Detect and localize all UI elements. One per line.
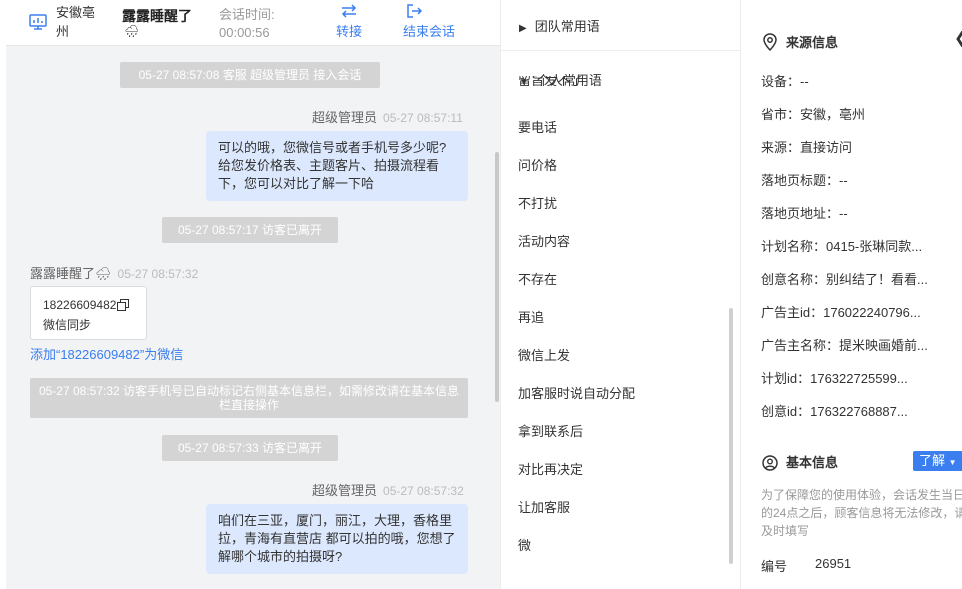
- agent-message-bubble: 咱们在三亚，厦门，丽江，大理，香格里拉，青海有直营店 都可以拍的哦，您想了解哪个…: [206, 504, 468, 574]
- wechat-sync-label: 微信同步: [43, 318, 92, 332]
- end-session-label: 结束会话: [403, 24, 456, 39]
- phone-number: 18226609482: [43, 298, 117, 312]
- copy-icon[interactable]: [117, 298, 130, 316]
- chat-panel: 安徽亳州 露露睡醒了 🌧 会话时间: 00:00:56 转接 结束会话 05-2…: [6, 0, 500, 589]
- session-time: 00:00:56: [219, 25, 270, 40]
- info-landing-url: 落地页地址：--: [761, 206, 848, 221]
- system-message-accept: 05-27 08:57:08 客服 超级管理员 接入会话: [120, 62, 380, 88]
- source-info-title: 来源信息: [762, 32, 839, 52]
- visitor-name: 露露睡醒了: [122, 8, 192, 24]
- message-timestamp: 05-27 08:57:32: [383, 484, 464, 498]
- system-message-left: 05-27 08:57:17 访客已离开: [162, 217, 338, 243]
- session-time-label: 会话时间:: [219, 7, 275, 22]
- phrase-item[interactable]: 加客服时说自动分配: [518, 383, 635, 402]
- info-landing-title: 落地页标题：--: [761, 173, 848, 188]
- divider: [501, 50, 740, 51]
- info-plan-id: 计划id：176322725599...: [761, 371, 908, 386]
- monitor-icon: [28, 12, 48, 32]
- info-creative-id: 创意id：176322768887...: [761, 404, 908, 419]
- info-source: 来源：直接访问: [761, 140, 853, 155]
- phrase-item[interactable]: 不打扰: [518, 193, 557, 212]
- info-device: 设备：--: [761, 74, 809, 89]
- visitor-sender-line: 露露睡醒了🌧 05-27 08:57:32: [30, 263, 198, 282]
- phrase-item[interactable]: 拿到联系后: [518, 421, 583, 440]
- caret-down-icon: ▼: [948, 458, 957, 467]
- transfer-label: 转接: [336, 24, 363, 39]
- basic-info-title: 基本信息: [762, 452, 838, 471]
- message-timestamp: 05-27 08:57:32: [117, 267, 199, 281]
- collapse-icon[interactable]: ❮: [954, 28, 962, 48]
- basic-info-label: 基本信息: [786, 455, 839, 470]
- agent-name: 超级管理员: [312, 110, 378, 125]
- phrase-item[interactable]: 再追: [518, 307, 544, 326]
- info-province: 省市：安徽，亳州: [761, 107, 866, 122]
- edit-notice: 为了保障您的使用体验，会话发生当日的24点之后，顾客信息将无法修改，请及时填写: [761, 488, 962, 538]
- agent-sender-line: 超级管理员 05-27 08:57:32: [312, 480, 464, 499]
- team-phrases-label: 团队常用语: [534, 19, 600, 34]
- system-message-phone-marked: 05-27 08:57:32 访客手机号已自动标记右侧基本信息栏，如需修改请在基…: [30, 378, 468, 418]
- visitor-location: 安徽亳州: [56, 5, 96, 39]
- phrase-item[interactable]: 让加客服: [518, 497, 570, 516]
- info-creative-name: 创意名称：别纠结了！看看...: [761, 272, 928, 287]
- end-session-button[interactable]: 结束会话: [403, 3, 455, 40]
- team-phrases-group[interactable]: ▶ 团队常用语: [519, 16, 600, 35]
- agent-sender-line: 超级管理员 05-27 08:57:11: [312, 107, 463, 126]
- system-message-left: 05-27 08:57:33 访客已离开: [162, 435, 338, 461]
- chat-header: 安徽亳州 露露睡醒了 🌧 会话时间: 00:00:56 转接 结束会话: [6, 0, 500, 46]
- phrase-item[interactable]: 不存在: [518, 269, 557, 288]
- weather-emoji: 🌧: [124, 24, 140, 38]
- phrase-item[interactable]: 要电话: [518, 117, 557, 136]
- info-advertiser-name: 广告主名称：提米映画婚前...: [761, 338, 928, 353]
- info-plan-name: 计划名称：0415-张琳同款...: [761, 239, 923, 254]
- agent-name: 超级管理员: [312, 483, 378, 498]
- chat-scrollbar-thumb[interactable]: [495, 152, 499, 402]
- info-advertiser-id: 广告主id：176022240796...: [761, 305, 921, 320]
- agent-message-bubble: 可以的哦，您微信号或者手机号多少呢?给您发价格表、主题客片、拍摄流程看下，您可以…: [206, 131, 468, 201]
- transfer-icon: [341, 4, 357, 18]
- learn-more-dropdown[interactable]: 了解 ▼: [913, 451, 962, 471]
- visitor-name-label: 露露睡醒了🌧: [30, 266, 112, 281]
- id-label: 编号: [761, 559, 788, 574]
- phrase-item[interactable]: 对比再决定: [518, 459, 583, 478]
- user-circle-icon: [762, 455, 778, 471]
- phrase-item[interactable]: 问价格: [518, 155, 557, 174]
- caret-right-icon: ▶: [519, 23, 527, 34]
- phrase-item[interactable]: 活动内容: [518, 231, 570, 250]
- exit-icon: [407, 4, 423, 18]
- phrase-item[interactable]: 留旨发不了: [518, 76, 583, 86]
- quick-phrases-panel: ▶ 团队常用语 ▼ 个人常用语 留旨发不了 要电话 问价格 不打扰 活动内容 不存在…: [500, 0, 741, 589]
- transfer-button[interactable]: 转接: [336, 3, 362, 40]
- message-timestamp: 05-27 08:57:11: [383, 111, 463, 125]
- id-value: 26951: [815, 556, 852, 571]
- learn-more-label: 了解: [919, 453, 946, 468]
- phrase-item[interactable]: 微信上发: [518, 345, 570, 364]
- phrase-item[interactable]: 微: [518, 535, 531, 554]
- location-pin-icon: [763, 33, 777, 52]
- phone-card: 18226609482 微信同步: [30, 286, 147, 340]
- phrases-scrollbar-thumb[interactable]: [729, 308, 733, 564]
- visitor-info-panel: 来源信息 ❮ 设备：-- 省市：安徽，亳州 来源：直接访问 落地页标题：-- 落…: [742, 0, 962, 589]
- source-info-label: 来源信息: [786, 35, 839, 50]
- add-wechat-link[interactable]: 添加“18226609482”为微信: [30, 344, 183, 363]
